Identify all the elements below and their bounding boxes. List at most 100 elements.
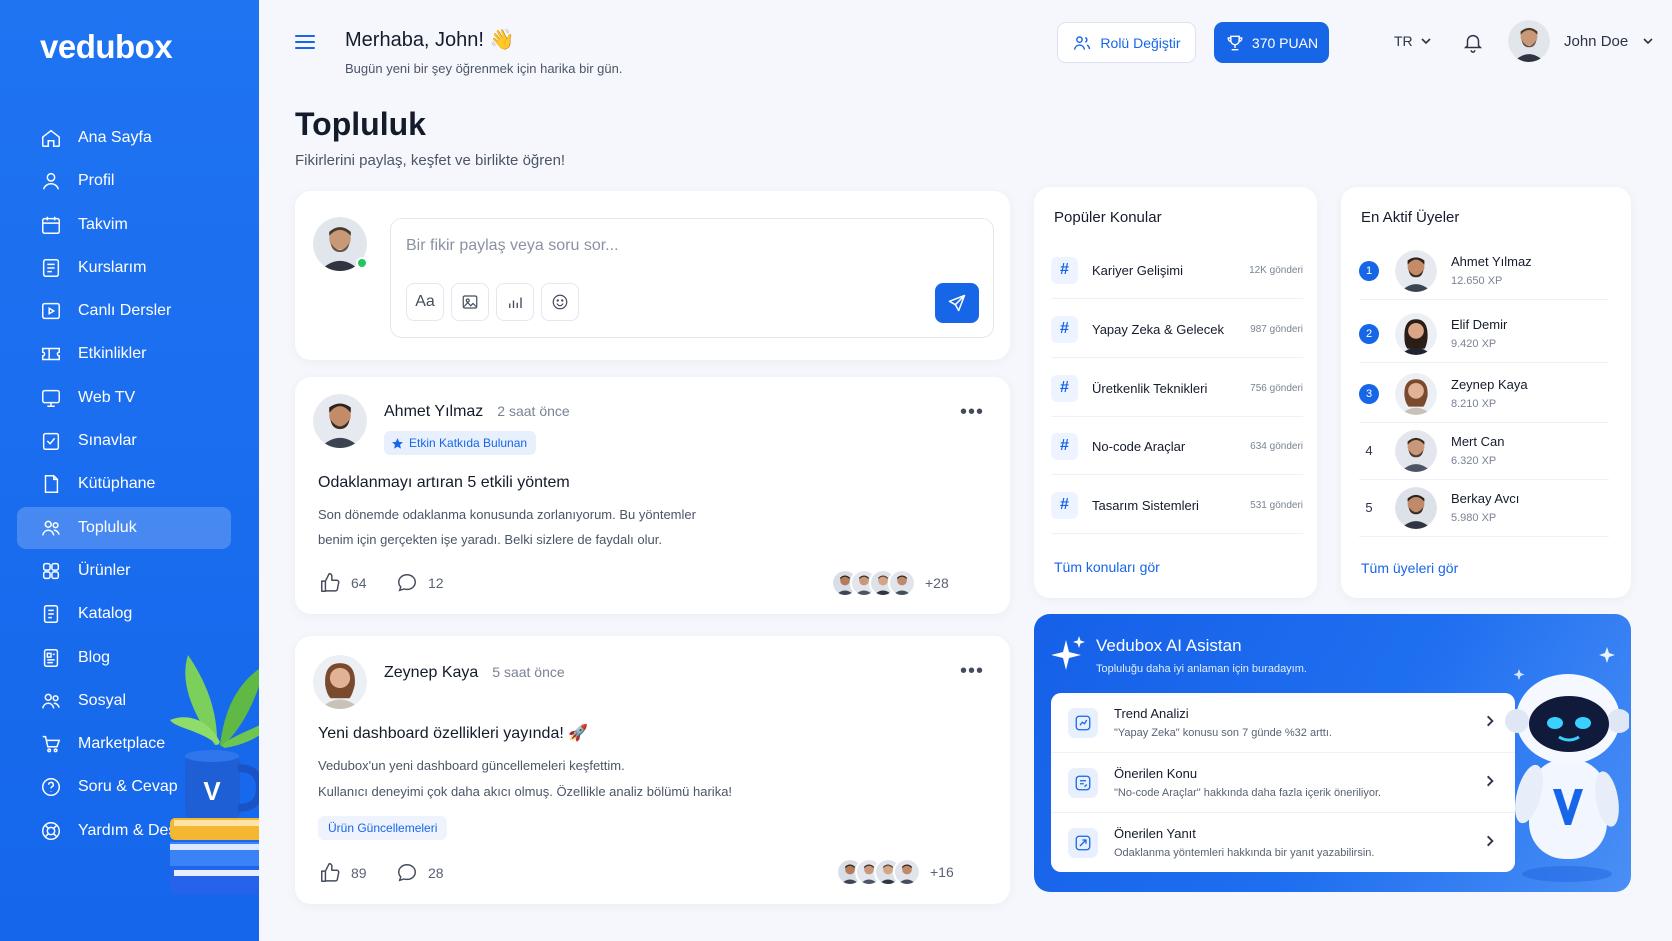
rank-badge: 2 <box>1359 323 1379 344</box>
hamburger-icon <box>295 35 315 49</box>
user-menu[interactable]: John Doe <box>1508 20 1654 62</box>
text-format-button[interactable]: Aa <box>406 283 444 321</box>
poll-button[interactable] <box>496 283 534 321</box>
sidebar-item-label: Ürünler <box>78 561 131 579</box>
composer-input[interactable]: Bir fikir paylaş veya soru sor... <box>406 237 619 255</box>
greeting: Merhaba, John! 👋 Bugün yeni bir şey öğre… <box>345 27 622 76</box>
sidebar-item-canli-dersler[interactable]: Canlı Dersler <box>17 290 231 332</box>
exam-icon <box>42 433 60 451</box>
rank-badge: 3 <box>1359 383 1379 404</box>
bell-icon <box>1463 34 1483 53</box>
member-item[interactable]: 3 Zeynep Kaya 8.210 XP <box>1359 365 1609 423</box>
sidebar-item-sinavlar[interactable]: Sınavlar <box>17 420 231 462</box>
post-body-line: benim için gerçekten işe yaradı. Belki s… <box>318 532 662 547</box>
see-all-members-link[interactable]: Tüm üyeleri gör <box>1361 560 1458 576</box>
topic-suggestion-icon <box>1068 767 1098 798</box>
member-item[interactable]: 5 Berkay Avcı 5.980 XP <box>1359 479 1609 537</box>
more-reactors-count: +28 <box>925 575 949 591</box>
post-author-name[interactable]: Zeynep Kaya <box>384 664 478 681</box>
member-xp: 8.210 XP <box>1451 398 1497 410</box>
language-label: TR <box>1394 33 1413 49</box>
member-item[interactable]: 2 Elif Demir 9.420 XP <box>1359 305 1609 363</box>
member-xp: 6.320 XP <box>1451 455 1497 467</box>
send-icon <box>948 294 966 312</box>
ai-suggestion-reply[interactable]: Önerilen Yanıt Odaklanma yöntemleri hakkı… <box>1051 813 1515 872</box>
topic-item[interactable]: # Kariyer Gelişimi 12K gönderi <box>1051 242 1303 299</box>
member-name: Ahmet Yılmaz <box>1451 254 1532 269</box>
ai-suggestion-topic[interactable]: Önerilen Konu "No-code Araçlar" hakkında … <box>1051 753 1515 812</box>
points-button[interactable]: 370 PUAN <box>1214 22 1329 63</box>
sidebar-item-label: Katalog <box>78 605 133 623</box>
like-button[interactable]: 64 <box>319 572 367 594</box>
topic-item[interactable]: # No-code Araçlar 634 gönderi <box>1051 418 1303 475</box>
like-count: 89 <box>351 865 367 881</box>
post-author: Ahmet Yılmaz 2 saat önce <box>384 403 570 421</box>
app-logo[interactable]: vedubox <box>40 28 173 66</box>
member-xp: 5.980 XP <box>1451 512 1497 524</box>
see-all-topics-link[interactable]: Tüm konuları gör <box>1054 559 1160 575</box>
ai-suggestion-trend[interactable]: Trend Analizi "Yapay Zeka" konusu son 7 g… <box>1051 693 1515 752</box>
language-selector[interactable]: TR <box>1394 33 1432 49</box>
greeting-title: Merhaba, John! 👋 <box>345 29 515 51</box>
ai-suggestions: Trend Analizi "Yapay Zeka" konusu son 7 g… <box>1051 693 1515 872</box>
post-title[interactable]: Yeni dashboard özellikleri yayında! 🚀 <box>318 723 588 743</box>
post-menu-button[interactable]: ••• <box>960 660 984 683</box>
sidebar-item-label: Profil <box>78 172 115 190</box>
change-role-button[interactable]: Rolü Değiştir <box>1057 22 1196 63</box>
menu-toggle-button[interactable] <box>293 30 317 54</box>
topic-count: 987 gönderi <box>1250 323 1303 335</box>
send-button[interactable] <box>935 283 979 323</box>
sidebar-item-takvim[interactable]: Takvim <box>17 204 231 246</box>
sidebar-item-profil[interactable]: Profil <box>17 160 231 202</box>
ai-item-desc: "Yapay Zeka" konusu son 7 günde %32 artt… <box>1114 727 1332 739</box>
sparkle-icon <box>1052 636 1085 670</box>
sidebar-item-web-tv[interactable]: Web TV <box>17 377 231 419</box>
comment-button[interactable]: 28 <box>396 862 444 884</box>
member-item[interactable]: 1 Ahmet Yılmaz 12.650 XP <box>1359 242 1609 300</box>
sidebar-item-urunler[interactable]: Ürünler <box>17 550 231 592</box>
tv-icon <box>42 389 60 407</box>
sidebar-item-etkinlikler[interactable]: Etkinlikler <box>17 333 231 375</box>
comment-button[interactable]: 12 <box>396 572 444 594</box>
trophy-icon <box>1227 35 1243 50</box>
post-author-avatar[interactable] <box>313 655 367 709</box>
catalog-icon <box>43 605 59 624</box>
topic-item[interactable]: # Yapay Zeka & Gelecek 987 gönderi <box>1051 301 1303 358</box>
topic-item[interactable]: # Tasarım Sistemleri 531 gönderi <box>1051 477 1303 534</box>
post-author-avatar[interactable] <box>313 394 367 448</box>
sidebar-item-label: Canlı Dersler <box>78 302 172 320</box>
online-status-dot <box>356 257 368 269</box>
sidebar-item-kurslarim[interactable]: Kurslarım <box>17 247 231 289</box>
hashtag-icon: # <box>1051 374 1078 402</box>
member-name: Mert Can <box>1451 434 1505 449</box>
reactor-avatars[interactable]: +28 <box>831 569 949 597</box>
hashtag-icon: # <box>1051 491 1078 519</box>
topic-tag[interactable]: Ürün Güncellemeleri <box>318 816 448 840</box>
books-mug-illustration: V <box>170 655 259 894</box>
sidebar-item-ana-sayfa[interactable]: Ana Sayfa <box>17 117 231 159</box>
emoji-button[interactable] <box>541 283 579 321</box>
greeting-subtitle: Bugün yeni bir şey öğrenmek için harika … <box>345 61 623 76</box>
image-icon <box>462 295 478 309</box>
sidebar-item-topluluk[interactable]: Topluluk <box>17 506 231 549</box>
notifications-button[interactable] <box>1462 30 1484 54</box>
topic-item[interactable]: # Üretkenlik Teknikleri 756 gönderi <box>1051 360 1303 417</box>
sidebar-item-kutuphane[interactable]: Kütüphane <box>17 463 231 505</box>
post-title[interactable]: Odaklanmayı artıran 5 etkili yöntem <box>318 474 570 492</box>
composer-box[interactable]: Bir fikir paylaş veya soru sor... Aa <box>390 218 994 338</box>
comment-icon <box>398 574 416 592</box>
reactor-avatars[interactable]: +16 <box>836 858 954 886</box>
member-info: Mert Can 6.320 XP <box>1451 434 1504 467</box>
active-members-title: En Aktif Üyeler <box>1361 209 1460 226</box>
question-icon <box>42 778 60 797</box>
member-item[interactable]: 4 Mert Can 6.320 XP <box>1359 422 1609 480</box>
post-menu-button[interactable]: ••• <box>960 401 984 424</box>
like-button[interactable]: 89 <box>319 862 367 884</box>
image-button[interactable] <box>451 283 489 321</box>
reactor-avatar <box>893 858 921 886</box>
member-avatar <box>1395 486 1437 529</box>
post-author-name[interactable]: Ahmet Yılmaz <box>384 403 483 420</box>
sidebar-item-katalog[interactable]: Katalog <box>17 593 231 635</box>
sidebar-item-label: Etkinlikler <box>78 345 147 363</box>
topic-count: 531 gönderi <box>1250 499 1303 511</box>
